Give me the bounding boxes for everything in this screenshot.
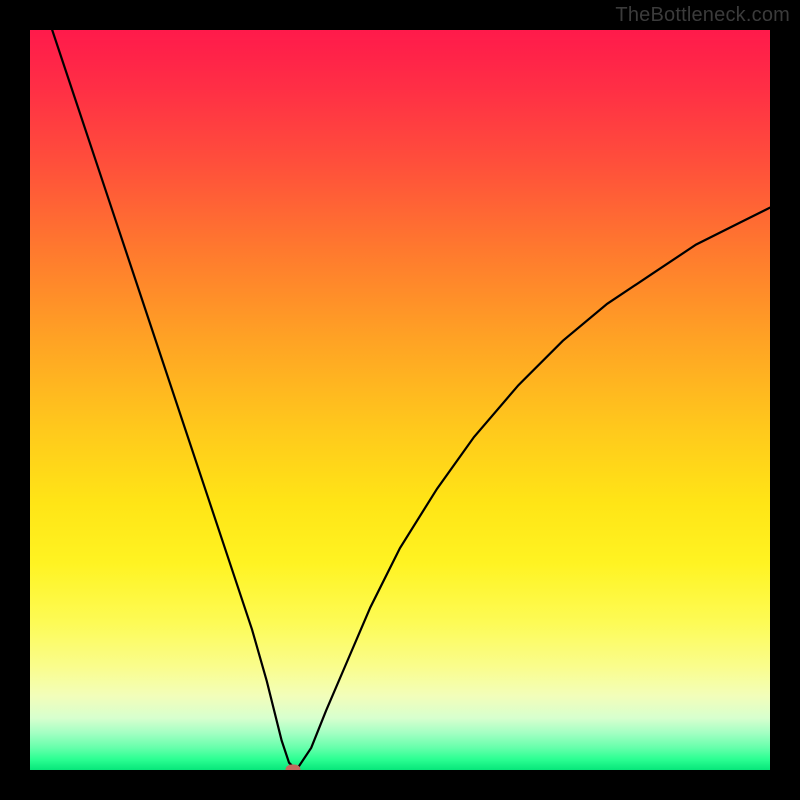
bottleneck-curve <box>52 30 770 770</box>
optimal-marker <box>285 765 300 771</box>
chart-frame: TheBottleneck.com <box>0 0 800 800</box>
plot-area <box>30 30 770 770</box>
curve-layer <box>30 30 770 770</box>
watermark-text: TheBottleneck.com <box>615 4 790 27</box>
